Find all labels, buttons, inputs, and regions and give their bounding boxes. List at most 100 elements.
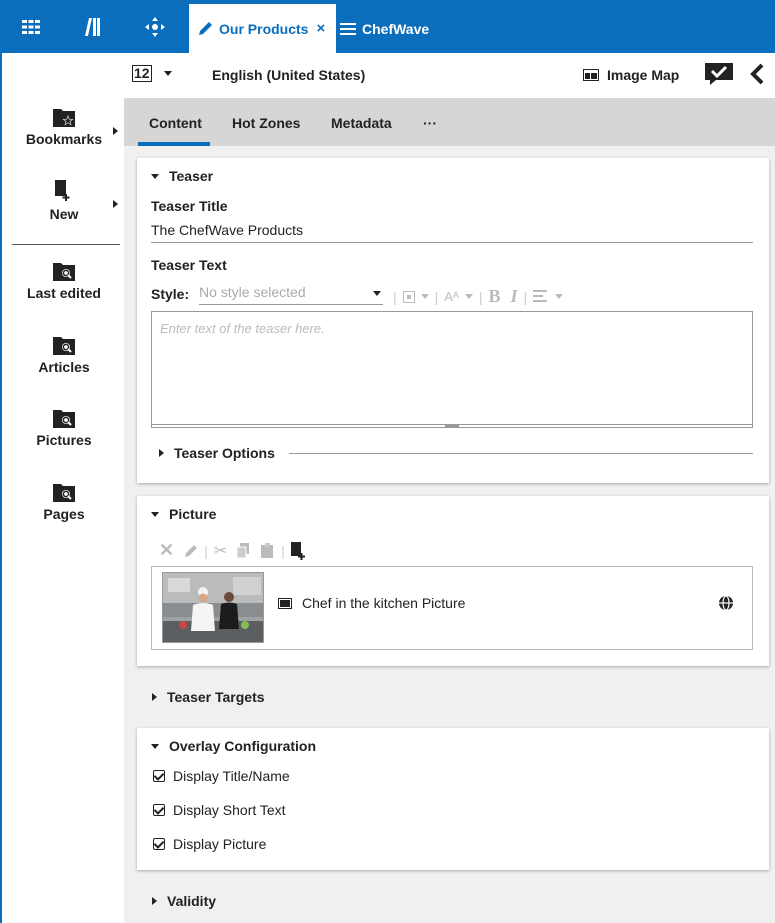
picture-header[interactable]: Picture bbox=[151, 506, 216, 522]
tab-content[interactable]: Content bbox=[149, 115, 202, 131]
locale-label: English (United States) bbox=[212, 67, 366, 83]
italic-icon[interactable]: I bbox=[511, 286, 518, 307]
panel-title: Overlay Configuration bbox=[169, 738, 317, 754]
sidebar-item-new[interactable]: New bbox=[2, 180, 126, 222]
sidebar-item-bookmarks[interactable]: Bookmarks bbox=[2, 107, 126, 147]
collapsed-triangle-icon bbox=[152, 897, 157, 905]
remove-icon[interactable]: ✕ bbox=[159, 540, 174, 561]
sidebar-item-label: Pages bbox=[43, 506, 85, 522]
resize-handle[interactable] bbox=[445, 424, 459, 427]
site-indicator: 12 bbox=[132, 65, 152, 82]
sidebar-item-label: Bookmarks bbox=[25, 131, 103, 147]
tab-our-products[interactable]: Our Products × bbox=[189, 4, 336, 53]
pencil-icon bbox=[199, 21, 212, 35]
sidebar-item-label: Articles bbox=[38, 359, 90, 375]
checkbox-checked-icon bbox=[153, 804, 165, 816]
validity-toggle[interactable]: Validity bbox=[152, 893, 216, 909]
teaser-title-label: Teaser Title bbox=[151, 198, 228, 214]
checkbox-label: Display Picture bbox=[173, 836, 267, 852]
edit-icon[interactable] bbox=[184, 544, 198, 558]
image-map-button[interactable]: Image Map bbox=[583, 67, 679, 83]
section-title: Teaser Options bbox=[174, 445, 275, 461]
picture-type-icon bbox=[278, 598, 292, 609]
style-select[interactable]: No style selected bbox=[199, 284, 383, 305]
sidebar-item-label: Last edited bbox=[27, 285, 101, 301]
move-arrows-icon[interactable] bbox=[124, 0, 186, 53]
display-short-text-checkbox[interactable]: Display Short Text bbox=[153, 802, 286, 818]
section-title: Teaser Targets bbox=[167, 689, 265, 705]
site-selector[interactable]: 12 bbox=[132, 65, 172, 82]
teaser-header[interactable]: Teaser bbox=[151, 168, 213, 184]
tab-hot-zones[interactable]: Hot Zones bbox=[232, 115, 300, 131]
divider bbox=[288, 452, 753, 454]
tab-label: ChefWave bbox=[362, 20, 430, 37]
copy-icon[interactable] bbox=[237, 543, 251, 558]
collapsed-triangle-icon bbox=[159, 449, 164, 457]
section-title: Validity bbox=[167, 893, 217, 909]
top-bar: Our Products × ChefWave bbox=[0, 0, 775, 53]
image-map-icon bbox=[583, 69, 599, 81]
sidebar-item-pages[interactable]: Pages bbox=[2, 482, 126, 522]
style-select-value: No style selected bbox=[199, 284, 306, 300]
display-picture-checkbox[interactable]: Display Picture bbox=[153, 836, 266, 852]
bold-icon[interactable]: B bbox=[488, 286, 500, 307]
tab-chefwave[interactable]: ChefWave bbox=[340, 4, 429, 53]
paragraph-format-icon[interactable] bbox=[402, 290, 415, 303]
library-icon[interactable] bbox=[62, 0, 124, 53]
folder-search-icon bbox=[53, 337, 75, 355]
cut-icon[interactable]: ✂ bbox=[214, 541, 227, 561]
approve-comment-icon[interactable] bbox=[704, 62, 734, 86]
collapsed-triangle-icon bbox=[152, 693, 157, 701]
teaser-options-toggle[interactable]: Teaser Options bbox=[159, 445, 753, 461]
title-underline bbox=[151, 242, 753, 243]
chevron-down-icon bbox=[373, 291, 381, 296]
panel-title: Teaser bbox=[169, 168, 214, 184]
overlay-header[interactable]: Overlay Configuration bbox=[151, 738, 316, 754]
sidebar-divider bbox=[12, 244, 120, 245]
editor-placeholder: Enter text of the teaser here. bbox=[160, 321, 325, 336]
display-title-checkbox[interactable]: Display Title/Name bbox=[153, 768, 290, 784]
chevron-down-icon bbox=[163, 71, 172, 76]
content-tabs-bar: Content Hot Zones Metadata ··· bbox=[124, 98, 775, 146]
teaser-targets-toggle[interactable]: Teaser Targets bbox=[152, 689, 265, 705]
collapse-left-icon[interactable] bbox=[749, 63, 765, 85]
sidebar-item-last-edited[interactable]: Last edited bbox=[2, 261, 126, 301]
picture-panel: Picture ✕ | ✂ | Chef in the kitchen Pict… bbox=[137, 496, 769, 666]
checkbox-checked-icon bbox=[153, 838, 165, 850]
new-document-icon bbox=[55, 180, 70, 201]
globe-icon bbox=[719, 595, 733, 611]
submenu-arrow-icon bbox=[113, 200, 118, 208]
checkbox-checked-icon bbox=[153, 770, 165, 782]
main-content: Teaser Teaser Title The ChefWave Product… bbox=[124, 146, 775, 923]
expanded-triangle-icon bbox=[151, 743, 159, 749]
sidebar-item-articles[interactable]: Articles bbox=[2, 335, 126, 375]
picture-thumbnail bbox=[162, 572, 264, 643]
hamburger-icon bbox=[340, 22, 356, 35]
checkbox-label: Display Title/Name bbox=[173, 768, 290, 784]
bookmark-folder-icon bbox=[53, 109, 75, 127]
expanded-triangle-icon bbox=[151, 511, 159, 517]
checkbox-label: Display Short Text bbox=[173, 802, 286, 818]
tab-more[interactable]: ··· bbox=[423, 115, 437, 131]
sidebar-item-pictures[interactable]: Pictures bbox=[2, 408, 126, 448]
style-label: Style: bbox=[151, 286, 190, 302]
paste-icon[interactable] bbox=[261, 543, 275, 558]
teaser-title-field[interactable]: The ChefWave Products bbox=[151, 222, 303, 238]
folder-search-icon bbox=[53, 410, 75, 428]
close-tab-button[interactable]: × bbox=[316, 20, 325, 37]
tab-metadata[interactable]: Metadata bbox=[331, 115, 392, 131]
align-icon[interactable] bbox=[533, 289, 548, 305]
picture-item[interactable]: Chef in the kitchen Picture bbox=[151, 566, 753, 650]
chevron-down-icon bbox=[420, 294, 429, 299]
font-size-icon[interactable]: Aᴬ bbox=[444, 289, 459, 304]
sidebar: Bookmarks New Last edited Articles Pictu… bbox=[0, 53, 124, 923]
teaser-text-editor[interactable]: Enter text of the teaser here. bbox=[151, 311, 753, 428]
overlay-panel: Overlay Configuration Display Title/Name… bbox=[137, 728, 769, 870]
folder-search-icon bbox=[53, 263, 75, 281]
picture-toolbar: ✕ | ✂ | bbox=[159, 540, 307, 561]
document-toolbar: 12 English (United States) Image Map bbox=[124, 53, 775, 98]
expanded-triangle-icon bbox=[151, 173, 159, 179]
apps-grid-icon[interactable] bbox=[0, 0, 62, 53]
sidebar-item-label: New bbox=[49, 206, 79, 222]
add-document-icon[interactable] bbox=[290, 541, 307, 560]
